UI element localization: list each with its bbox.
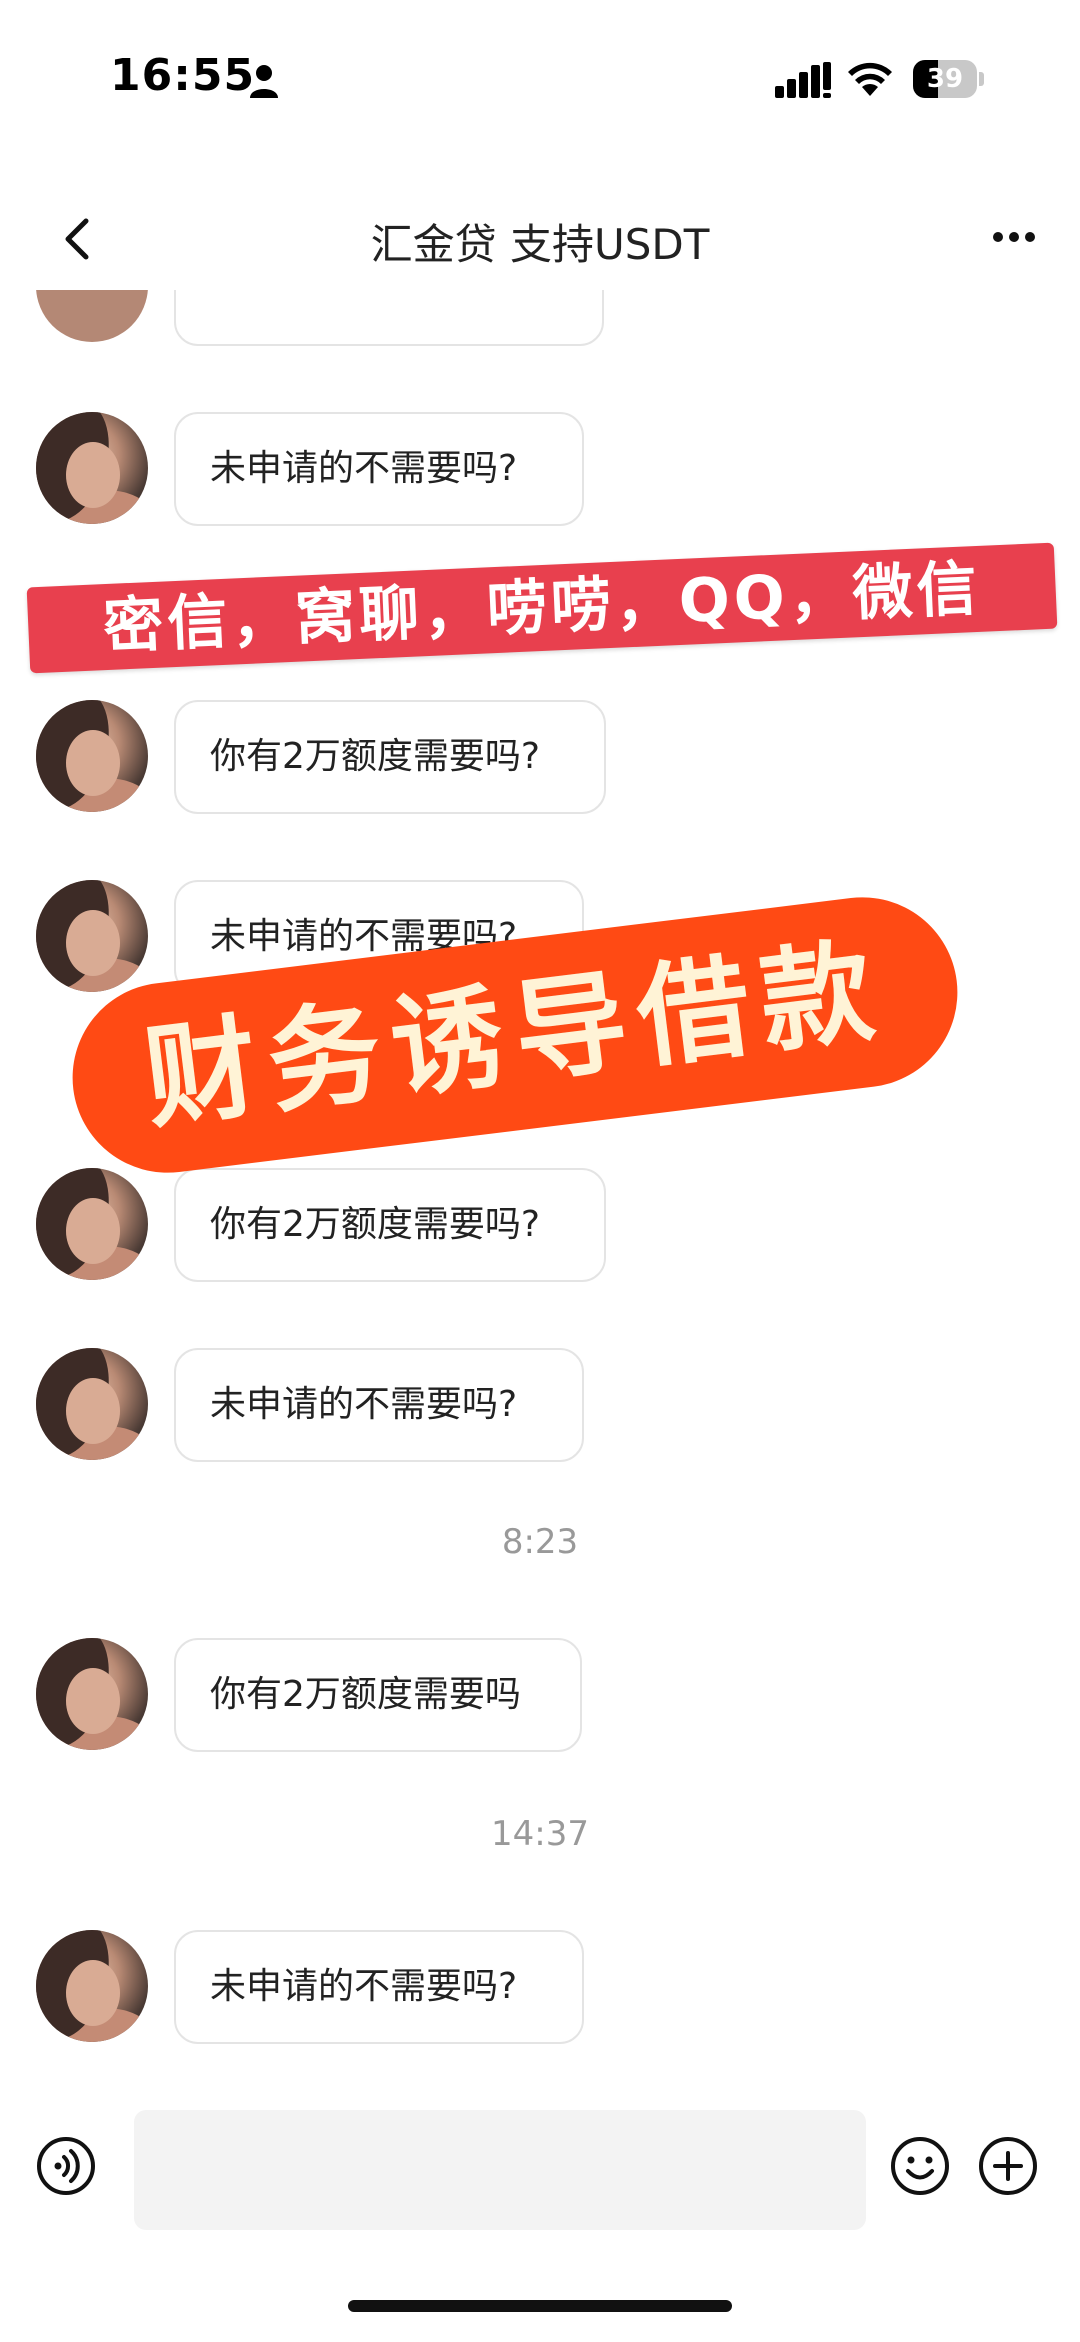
message-bubble[interactable]: 你有2万额度需要吗? (174, 700, 606, 814)
wifi-icon (848, 62, 892, 96)
chat-title: 汇金贷 支持USDT (370, 220, 710, 269)
add-icon[interactable] (978, 2136, 1038, 2196)
avatar[interactable] (36, 1638, 148, 1750)
avatar[interactable] (36, 1168, 148, 1280)
avatar[interactable] (36, 700, 148, 812)
message-bubble[interactable]: 你有2万额度需要吗? (174, 1168, 606, 1282)
message-bubble[interactable]: 未申请的不需要吗? (174, 1930, 584, 2044)
avatar[interactable] (36, 1930, 148, 2042)
chevron-left-icon[interactable] (58, 217, 94, 261)
chat-screen: 16:55 39 汇金贷 支持USDT 未申请的不需要吗? 你有2万额度需要吗?… (0, 0, 1080, 2342)
message-bubble[interactable] (174, 290, 604, 346)
avatar[interactable] (36, 880, 148, 992)
message-bubble[interactable]: 未申请的不需要吗? (174, 412, 584, 526)
person-icon (250, 65, 278, 98)
status-bar: 16:55 39 (0, 0, 1080, 150)
avatar[interactable] (36, 1348, 148, 1460)
emoji-icon[interactable] (890, 2136, 950, 2196)
home-indicator[interactable] (348, 2300, 732, 2312)
message-bubble[interactable]: 你有2万额度需要吗 (174, 1638, 582, 1752)
status-time: 16:55 (110, 50, 256, 101)
message-bubble[interactable]: 未申请的不需要吗? (174, 1348, 584, 1462)
battery-level: 39 (926, 64, 964, 94)
message-timestamp: 8:23 (501, 1522, 579, 1562)
voice-icon[interactable] (36, 2136, 96, 2196)
avatar[interactable] (36, 412, 148, 524)
more-icon[interactable] (992, 229, 1036, 245)
nav-bar: 汇金贷 支持USDT (0, 185, 1080, 290)
message-timestamp: 14:37 (491, 1814, 589, 1854)
avatar[interactable] (36, 290, 148, 342)
battery-indicator: 39 (913, 60, 985, 98)
signal-icon (775, 62, 831, 98)
message-input[interactable] (134, 2110, 866, 2230)
input-bar (0, 2100, 1080, 2230)
